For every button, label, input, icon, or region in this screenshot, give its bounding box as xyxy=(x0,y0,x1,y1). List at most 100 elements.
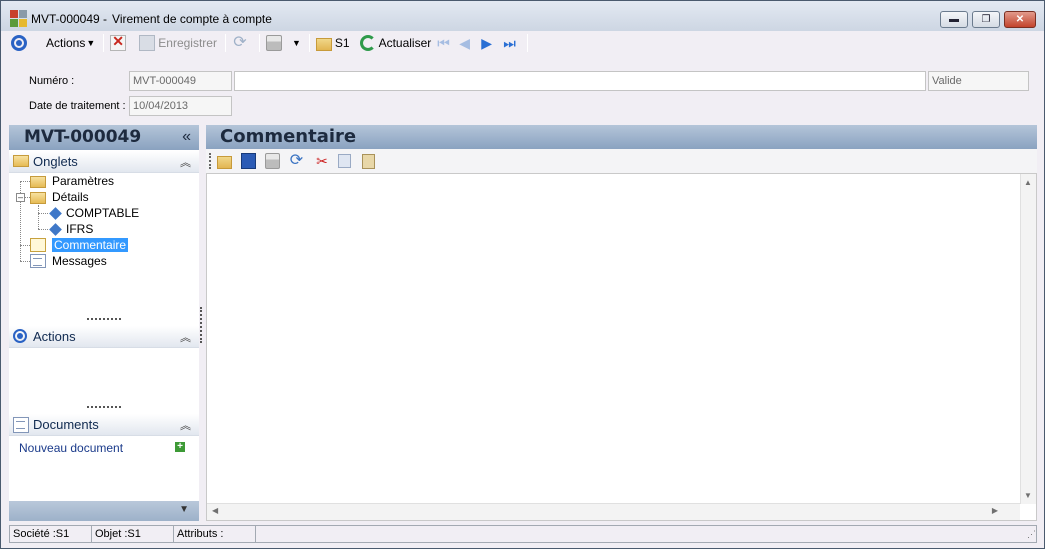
collapse-section-icon[interactable]: ︽ xyxy=(180,417,191,433)
print-icon xyxy=(265,153,280,169)
content-title: Commentaire xyxy=(220,126,357,147)
refresh-icon xyxy=(359,35,376,51)
add-icon[interactable]: + xyxy=(175,442,185,452)
maximize-button[interactable]: ❐ xyxy=(972,11,1000,28)
date-label: Date de traitement : xyxy=(29,100,126,112)
refresh-editor-button[interactable]: ⟳ xyxy=(289,153,307,169)
documents-section-header[interactable]: Documents ︽ xyxy=(9,414,199,436)
target-icon xyxy=(13,329,27,343)
status-objet: Objet :S1 xyxy=(91,525,173,543)
save-icon xyxy=(139,35,156,51)
tree-item-label: Paramètres xyxy=(52,174,115,188)
sync-button[interactable]: ⟳ xyxy=(230,32,253,54)
open-button[interactable] xyxy=(217,153,235,169)
previous-record-button[interactable]: ◀ xyxy=(457,32,477,54)
scroll-up-icon[interactable]: ▲ xyxy=(1024,178,1032,187)
collapse-panel-icon[interactable]: « xyxy=(182,128,191,146)
actions-target-button[interactable] xyxy=(9,32,32,54)
document-icon xyxy=(30,238,46,252)
folder-s1-button[interactable]: S1 xyxy=(314,32,352,54)
numero-label: Numéro : xyxy=(29,75,75,87)
document-icon xyxy=(13,417,29,433)
tree-line xyxy=(38,229,48,230)
window-title: MVT-000049 - Virement de compte à compte xyxy=(31,12,277,26)
print-icon xyxy=(265,35,282,51)
app-window: MVT-000049 - Virement de compte à compte … xyxy=(0,0,1045,549)
collapse-section-icon[interactable]: ︽ xyxy=(180,329,191,345)
open-folder-icon xyxy=(217,155,232,169)
description-field[interactable] xyxy=(234,71,926,91)
actions-section-header[interactable]: Actions ︽ xyxy=(9,326,199,348)
left-panel-header: MVT-000049 « xyxy=(9,125,199,150)
main-toolbar: Actions▼ Enregistrer ⟳ ▼ S1 Actualiser xyxy=(1,31,1044,55)
tree-item-ifrs[interactable]: IFRS xyxy=(48,221,93,237)
status-bar: Société :S1 Objet :S1 Attributs : xyxy=(9,525,1037,543)
tree-collapse-toggle[interactable]: – xyxy=(16,193,25,202)
tree-item-label: IFRS xyxy=(66,222,94,236)
copy-button[interactable] xyxy=(337,153,355,169)
save-editor-button[interactable] xyxy=(241,153,259,169)
paste-button[interactable] xyxy=(361,153,379,169)
scroll-down-icon[interactable]: ▼ xyxy=(1024,491,1032,500)
print-editor-button[interactable] xyxy=(265,153,283,169)
section-splitter[interactable] xyxy=(87,406,121,408)
folder-icon xyxy=(315,37,332,51)
left-panel-footer: ▼ xyxy=(9,501,199,521)
delete-button[interactable] xyxy=(108,32,131,54)
tree-item-details[interactable]: Détails xyxy=(30,189,89,205)
scroll-right-icon[interactable]: ▶ xyxy=(992,506,998,515)
onglets-label: Onglets xyxy=(33,154,78,169)
horizontal-scrollbar[interactable]: ◀ ▶ xyxy=(207,503,1020,520)
refresh-icon: ⟳ xyxy=(289,152,304,169)
header-form: Numéro : MVT-000049 Valide Date de trait… xyxy=(1,55,1044,121)
folder-icon xyxy=(30,175,46,188)
toolbar-grip xyxy=(209,153,212,169)
window-title-text: Virement de compte à compte xyxy=(112,12,272,26)
comment-editor[interactable]: ▲ ▼ ◀ ▶ xyxy=(206,173,1037,521)
section-splitter[interactable] xyxy=(87,318,121,320)
scroll-left-icon[interactable]: ◀ xyxy=(212,506,218,515)
print-dropdown-button[interactable]: ▼ xyxy=(289,32,303,54)
date-field[interactable]: 10/04/2013 xyxy=(129,96,232,116)
status-field[interactable]: Valide xyxy=(928,71,1029,91)
tree-item-comptable[interactable]: COMPTABLE xyxy=(48,205,139,221)
tree-line xyxy=(38,213,48,214)
toolbar-separator xyxy=(527,34,529,52)
first-record-button[interactable]: ⏮ xyxy=(435,32,455,54)
numero-field[interactable]: MVT-000049 xyxy=(129,71,232,91)
cut-button[interactable]: ✂ xyxy=(313,153,331,169)
actions-menu-button[interactable]: Actions ▼ xyxy=(44,32,97,54)
target-icon xyxy=(11,35,27,51)
print-button[interactable] xyxy=(264,32,287,54)
tree-item-parametres[interactable]: Paramètres xyxy=(30,173,114,189)
folder-open-icon xyxy=(30,191,46,204)
tree-item-messages[interactable]: Messages xyxy=(30,253,107,269)
onglets-section-header[interactable]: Onglets ︽ xyxy=(9,151,199,173)
toolbar-separator xyxy=(308,34,310,52)
tree-line xyxy=(38,205,39,229)
tree-line xyxy=(20,261,30,262)
expand-panel-icon[interactable]: ▼ xyxy=(179,504,189,515)
sync-icon: ⟳ xyxy=(233,34,247,51)
vertical-scrollbar[interactable]: ▲ ▼ xyxy=(1020,174,1036,504)
delete-icon xyxy=(110,33,127,51)
document-icon xyxy=(30,254,46,268)
left-panel-title: MVT-000049 xyxy=(24,127,142,147)
paste-icon xyxy=(362,153,375,169)
last-record-button[interactable]: ⏭ xyxy=(501,32,521,54)
resize-grip-icon[interactable]: ⋰ xyxy=(1027,529,1036,540)
close-button[interactable]: ✕ xyxy=(1004,11,1036,28)
save-button[interactable]: Enregistrer xyxy=(137,32,219,54)
panel-splitter[interactable] xyxy=(200,307,202,343)
app-icon xyxy=(10,10,27,27)
dropdown-arrow-icon: ▼ xyxy=(291,38,301,48)
refresh-label: Actualiser xyxy=(378,36,432,50)
minimize-button[interactable]: ▬ xyxy=(940,11,968,28)
folder-label: S1 xyxy=(334,36,350,50)
next-record-button[interactable]: ▶ xyxy=(479,32,499,54)
refresh-button[interactable]: Actualiser xyxy=(358,32,434,54)
collapse-section-icon[interactable]: ︽ xyxy=(180,154,191,170)
tree-item-commentaire[interactable]: Commentaire xyxy=(30,237,129,253)
new-document-link[interactable]: Nouveau document xyxy=(19,441,123,455)
actions-label: Actions xyxy=(46,36,86,50)
